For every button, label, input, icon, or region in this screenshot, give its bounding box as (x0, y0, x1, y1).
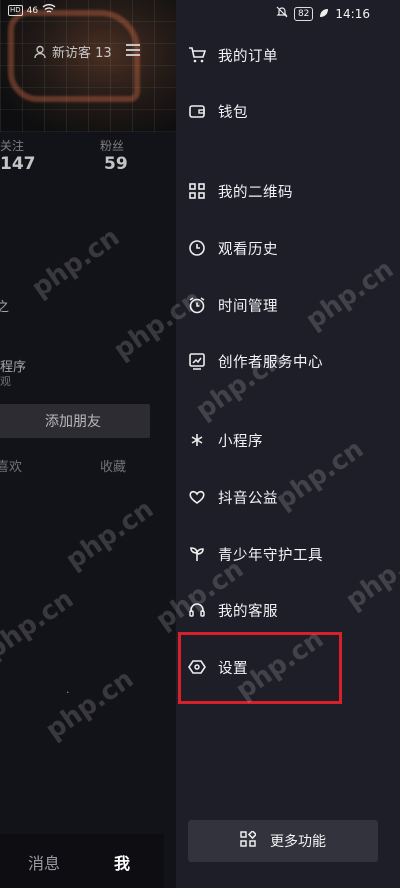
followers-count[interactable]: 59 (104, 154, 128, 174)
following-label: 关注 (0, 139, 25, 153)
followers-label: 粉丝 (100, 139, 125, 153)
menu-item-label: 时间管理 (218, 298, 278, 315)
menu-item-label: 钱包 (218, 104, 248, 121)
network-type: 46 (26, 5, 39, 16)
nav-me[interactable]: 我 (114, 850, 130, 874)
menu-item-charity[interactable]: 抖音公益 (186, 482, 396, 512)
heart-icon (186, 486, 208, 508)
menu-item-label: 我的订单 (218, 48, 278, 65)
hd-tag: HD (8, 5, 23, 16)
leaf-icon (319, 7, 329, 21)
menu-item-label: 我的客服 (218, 603, 278, 620)
sprout-icon (186, 543, 208, 565)
menu-item-label: 青少年守护工具 (218, 547, 323, 564)
menu-item-watch-history[interactable]: 观看历史 (186, 233, 396, 263)
menu-item-label: 抖音公益 (218, 490, 278, 507)
grid-icon (240, 829, 258, 851)
menu-item-label: 我的二维码 (218, 184, 293, 201)
person-icon (34, 45, 46, 58)
headset-icon (186, 599, 208, 621)
add-friend-button[interactable]: 添加朋友 (0, 404, 150, 438)
menu-item-mini-programs[interactable]: 小程序 (186, 425, 396, 455)
nav-messages[interactable]: 消息 (28, 850, 60, 874)
wifi-icon (42, 4, 56, 17)
menu-item-customer-service[interactable]: 我的客服 (186, 595, 396, 625)
asterisk-icon (186, 429, 208, 451)
menu-item-qrcode[interactable]: 我的二维码 (186, 176, 396, 206)
menu-item-youth-protection[interactable]: 青少年守护工具 (186, 539, 396, 569)
menu-item-label: 创作者服务中心 (218, 354, 323, 371)
tab-favorites[interactable]: 收藏 (100, 456, 126, 475)
partial-subtext: 观 (0, 375, 11, 388)
side-drawer: 我的订单 钱包 我的二维码 观看历史 时间管理 创作者服务中心 小程序 抖音公益… (176, 0, 400, 888)
cart-icon (186, 44, 208, 66)
menu-item-time-management[interactable]: 时间管理 (186, 290, 396, 320)
tab-likes[interactable]: 喜欢 (0, 456, 22, 475)
mute-bell-icon (276, 6, 288, 21)
battery-level: 82 (293, 6, 314, 21)
settings-highlight-box (178, 632, 342, 704)
bottom-navigation: 消息 我 (0, 834, 164, 888)
clock-time: 14:16 (335, 6, 370, 21)
clock-icon (186, 237, 208, 259)
visitors-label: 新访客 13 (52, 46, 112, 61)
profile-panel: 新访客 13 关注 147 粉丝 59 之 程序 观 添加朋友 喜欢 收藏 · (0, 0, 176, 888)
menu-item-my-orders[interactable]: 我的订单 (186, 40, 396, 70)
alarm-icon (186, 294, 208, 316)
signal-indicators: HD 46 (8, 4, 56, 17)
chart-icon (186, 350, 208, 372)
menu-item-wallet[interactable]: 钱包 (186, 96, 396, 126)
menu-item-creator-center[interactable]: 创作者服务中心 (186, 346, 396, 376)
following-count[interactable]: 147 (0, 154, 36, 174)
qrcode-icon (186, 180, 208, 202)
partial-text: 之 (0, 300, 10, 315)
more-features-label: 更多功能 (270, 834, 326, 850)
menu-item-label: 观看历史 (218, 241, 278, 258)
menu-item-label: 小程序 (218, 433, 263, 450)
wallet-icon (186, 100, 208, 122)
status-bar: HD 46 82 14:16 (0, 0, 400, 28)
hamburger-menu-icon[interactable] (126, 44, 140, 59)
dot-text: · (66, 686, 70, 699)
new-visitors-button[interactable]: 新访客 13 (34, 42, 112, 61)
more-features-button[interactable]: 更多功能 (188, 820, 378, 862)
